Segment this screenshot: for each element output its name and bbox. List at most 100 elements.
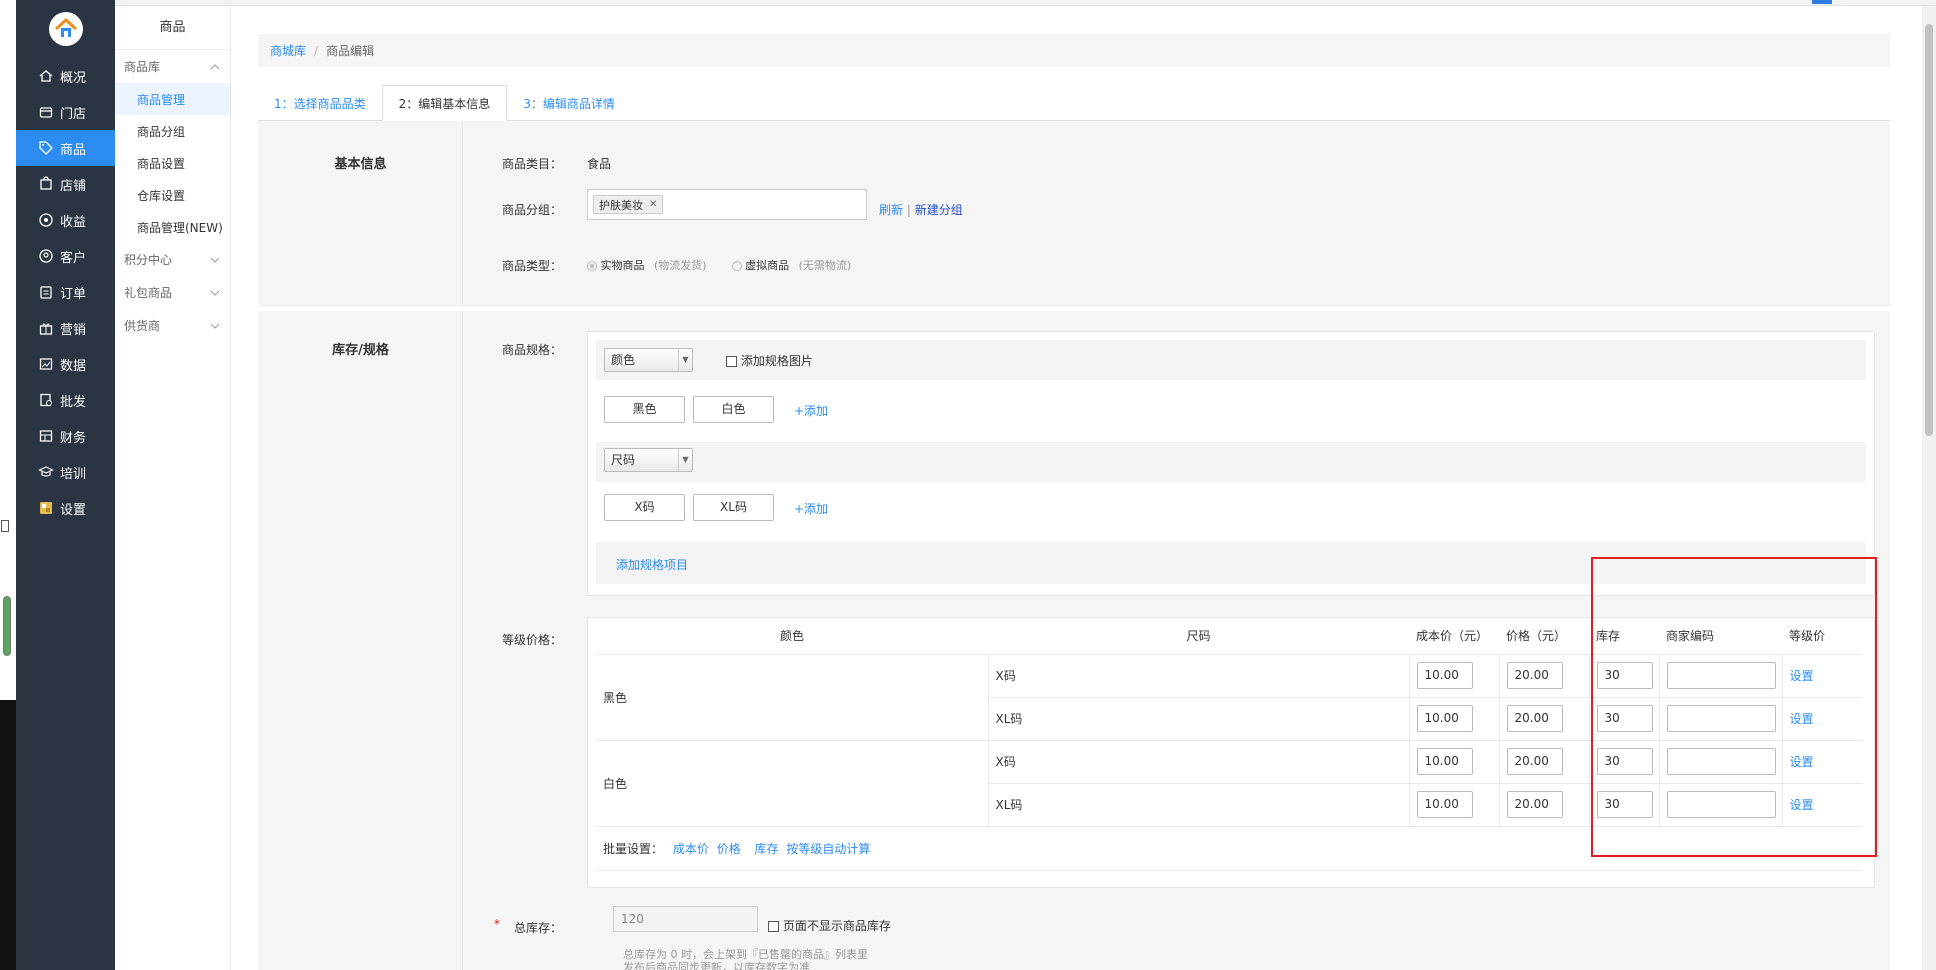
- spec1-value-black[interactable]: 黑色: [604, 396, 685, 423]
- required-star: *: [494, 917, 500, 931]
- nav-item-label: 设置: [60, 502, 87, 518]
- nav-item-label: 数据: [60, 358, 87, 374]
- spec1-header: 颜色 ▼ 添加规格图片: [596, 340, 1866, 380]
- cost-input[interactable]: 10.00: [1416, 791, 1473, 818]
- batch-auto-calc-link[interactable]: 按等级自动计算: [786, 842, 870, 856]
- spec-label: 商品规格：: [502, 343, 563, 357]
- nav-item-label: 财务: [60, 430, 87, 446]
- step-tabs: 1：选择商品品类 2：编辑基本信息 3：编辑商品详情: [258, 85, 1890, 121]
- add-spec-item-link[interactable]: 添加规格项目: [616, 556, 688, 573]
- type-physical-label: 实物商品: [600, 259, 645, 272]
- stock-hint-line1: 总库存为 0 时，会上架到『已售罄的商品』列表里: [623, 948, 868, 961]
- spec2-select[interactable]: 尺码 ▼: [604, 448, 693, 472]
- scrollbar-thumb[interactable]: [1925, 24, 1933, 436]
- cell-color: 白色: [596, 740, 989, 827]
- radio-physical[interactable]: [587, 261, 597, 271]
- batch-stock-link[interactable]: 库存: [755, 842, 779, 856]
- stock-hint-line2: 发布后商品同步更新，以库存数字为准: [623, 961, 810, 970]
- refresh-link[interactable]: 刷新: [879, 203, 903, 217]
- nav-item-training[interactable]: 培训: [16, 454, 115, 490]
- chevron-down-icon: [210, 290, 220, 296]
- radio-virtual[interactable]: [731, 261, 742, 271]
- hide-stock-option: 页面不显示商品库存: [768, 917, 891, 934]
- nav-item-label: 客户: [60, 250, 87, 266]
- add-image-label: 添加规格图片: [740, 354, 813, 368]
- spec2-value-x[interactable]: X码: [604, 494, 685, 521]
- chevron-down-icon: [210, 257, 220, 263]
- price-input[interactable]: 20.00: [1506, 705, 1563, 732]
- batch-cost-link[interactable]: 成本价: [673, 842, 709, 856]
- group-points-center[interactable]: 积分中心: [115, 243, 230, 276]
- basic-info-title: 基本信息: [334, 157, 387, 172]
- secondary-nav: 商品 商品库 商品管理 商品分组 商品设置 仓库设置 商品管理(NEW) 积分中…: [115, 6, 231, 970]
- level-price-label: 等级价格：: [502, 633, 563, 647]
- subnav-item-product-manage[interactable]: 商品管理: [115, 83, 230, 115]
- subnav-item-warehouse-settings[interactable]: 仓库设置: [115, 179, 230, 211]
- nav-item-label: 店铺: [60, 178, 87, 194]
- cost-input[interactable]: 10.00: [1416, 748, 1473, 775]
- window-edge-grip[interactable]: [3, 596, 11, 656]
- price-input[interactable]: 20.00: [1506, 791, 1563, 818]
- header-color: 颜色: [596, 618, 988, 655]
- add-image-checkbox[interactable]: [726, 356, 737, 367]
- top-bar-indicator: [1812, 0, 1832, 4]
- tab-edit-details[interactable]: 3：编辑商品详情: [507, 85, 631, 121]
- home-icon: [38, 68, 54, 84]
- hide-stock-checkbox[interactable]: [768, 921, 779, 932]
- nav-item-settings[interactable]: 设置: [16, 490, 115, 526]
- user-icon: [38, 248, 54, 264]
- group-label: 商品库: [124, 60, 161, 74]
- spec1-value-white[interactable]: 白色: [693, 396, 774, 423]
- nav-item-wholesale[interactable]: 批发: [16, 382, 115, 418]
- select-arrow-icon: ▼: [678, 349, 692, 371]
- cell-size: X码: [988, 654, 1410, 698]
- vertical-scrollbar[interactable]: [1922, 6, 1936, 970]
- subnav-item-product-manage-new[interactable]: 商品管理(NEW): [115, 211, 230, 243]
- spec1-select[interactable]: 颜色 ▼: [604, 348, 693, 372]
- nav-item-chart[interactable]: 数据: [16, 346, 115, 382]
- cost-input[interactable]: 10.00: [1416, 662, 1473, 689]
- window-edge-square: [1, 520, 9, 532]
- price-input[interactable]: 20.00: [1506, 748, 1563, 775]
- batch-price-link[interactable]: 价格: [717, 842, 741, 856]
- batch-settings-label: 批量设置：: [603, 841, 664, 856]
- finance-icon: [38, 428, 54, 444]
- chevron-down-icon: [210, 323, 220, 329]
- group-label: 礼包商品: [124, 286, 173, 300]
- spec1-add-link[interactable]: +添加: [794, 402, 828, 419]
- group-product-library[interactable]: 商品库: [115, 50, 230, 83]
- nav-item-order[interactable]: 订单: [16, 274, 115, 310]
- nav-item-shop-bag[interactable]: 店铺: [16, 166, 115, 202]
- nav-item-user[interactable]: 客户: [16, 238, 115, 274]
- category-value: 食品: [587, 157, 612, 171]
- chevron-up-icon: [210, 63, 220, 69]
- spec2-add-link[interactable]: +添加: [794, 500, 828, 517]
- new-group-link[interactable]: 新建分组: [915, 203, 963, 217]
- nav-item-label: 概况: [60, 70, 87, 86]
- price-input[interactable]: 20.00: [1506, 662, 1563, 689]
- nav-item-finance[interactable]: 财务: [16, 418, 115, 454]
- type-physical-note: (物流发货): [654, 259, 707, 272]
- logo[interactable]: [16, 0, 115, 58]
- breadcrumb-root-link[interactable]: 商城库: [270, 42, 306, 59]
- cost-input[interactable]: 10.00: [1416, 705, 1473, 732]
- total-stock-input[interactable]: 120: [613, 906, 758, 932]
- nav-item-store[interactable]: 门店: [16, 94, 115, 130]
- group-select[interactable]: 护肤美妆 ✕: [587, 189, 867, 220]
- nav-item-home[interactable]: 概况: [16, 58, 115, 94]
- subnav-item-product-settings[interactable]: 商品设置: [115, 147, 230, 179]
- tab-select-category[interactable]: 1：选择商品品类: [258, 85, 382, 121]
- spec2-value-xl[interactable]: XL码: [693, 494, 774, 521]
- basic-info-section: 基本信息 商品类目： 食品 商品分组： 护肤美妆 ✕ 刷新 | 新建分组 商品类…: [258, 121, 1890, 307]
- tab-edit-basic-info[interactable]: 2：编辑基本信息: [381, 85, 508, 121]
- nav-item-gift[interactable]: 营销: [16, 310, 115, 346]
- nav-item-tag[interactable]: 商品: [16, 130, 115, 166]
- type-options: 实物商品 (物流发货) 虚拟商品 (无需物流): [587, 257, 851, 273]
- remove-tag-icon[interactable]: ✕: [649, 199, 657, 210]
- group-actions: 刷新 | 新建分组: [879, 201, 963, 218]
- group-suppliers[interactable]: 供货商: [115, 309, 230, 342]
- nav-item-coin[interactable]: 收益: [16, 202, 115, 238]
- subnav-item-product-group[interactable]: 商品分组: [115, 115, 230, 147]
- breadcrumb-separator: /: [314, 43, 319, 58]
- group-gift-products[interactable]: 礼包商品: [115, 276, 230, 309]
